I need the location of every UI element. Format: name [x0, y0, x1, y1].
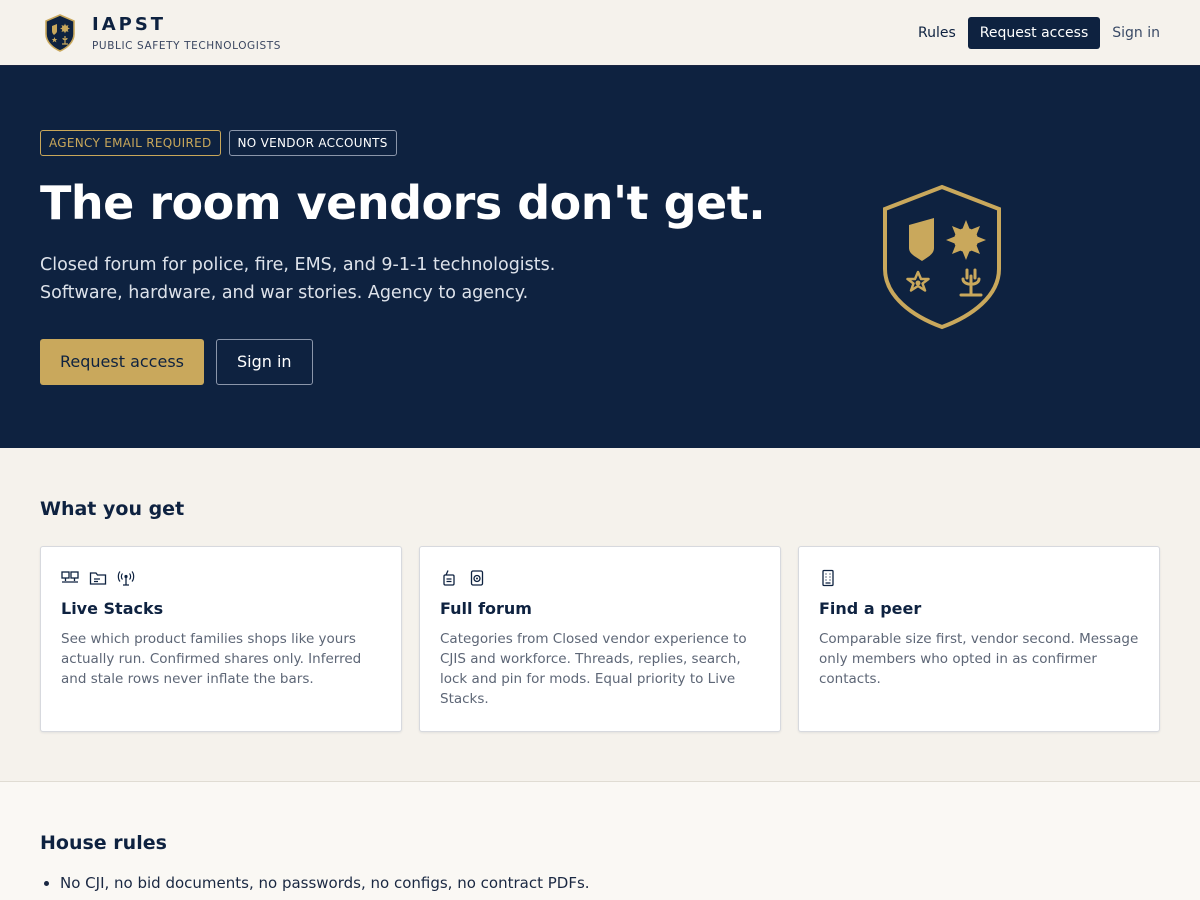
hero-sign-in-button[interactable]: Sign in: [216, 338, 313, 385]
header-request-access-button[interactable]: Request access: [967, 16, 1101, 49]
card-body: Categories from Closed vendor experience…: [440, 631, 747, 707]
hero-badges: AGENCY EMAIL REQUIRED NO VENDOR ACCOUNTS: [40, 130, 1160, 156]
card-title: Live Stacks: [61, 599, 164, 618]
house-rules-title: House rules: [40, 832, 167, 854]
no-vendor-badge: NO VENDOR ACCOUNTS: [228, 130, 397, 156]
hero-actions: Request access Sign in: [40, 338, 1160, 385]
list-item: No CJI, no bid documents, no passwords, …: [60, 872, 1160, 894]
house-rules-list: No CJI, no bid documents, no passwords, …: [40, 872, 1160, 894]
brand[interactable]: IAPST PUBLIC SAFETY TECHNOLOGISTS: [44, 14, 281, 52]
folder-icon: [89, 572, 107, 585]
hero-section: AGENCY EMAIL REQUIRED NO VENDOR ACCOUNTS…: [0, 66, 1200, 448]
top-navigation: IAPST PUBLIC SAFETY TECHNOLOGISTS Rules …: [0, 0, 1200, 66]
brand-subtitle: PUBLIC SAFETY TECHNOLOGISTS: [92, 39, 282, 52]
feature-card-live-stacks: Live Stacks See which product families s…: [40, 546, 402, 732]
rules-link[interactable]: Rules: [918, 19, 956, 47]
card-title: Find a peer: [819, 599, 922, 618]
radio-handset-icon: [443, 570, 455, 586]
card-title: Full forum: [440, 599, 532, 618]
house-rules-section: House rules No CJI, no bid documents, no…: [0, 782, 1200, 900]
card-icons: [440, 567, 760, 589]
features-section: What you get Live Stacks See which produ…: [0, 448, 1200, 782]
card-icons: [61, 567, 381, 589]
header-sign-in-link[interactable]: Sign in: [1112, 19, 1160, 47]
feature-card-find-a-peer: Find a peer Comparable size first, vendo…: [798, 546, 1160, 732]
hero-description: Closed forum for police, fire, EMS, and …: [40, 254, 556, 303]
card-icons: [819, 567, 1139, 589]
speaker-icon: [470, 570, 484, 586]
card-body: See which product families shops like yo…: [61, 631, 362, 687]
monitors-icon: [61, 571, 79, 583]
hero-request-access-button[interactable]: Request access: [40, 338, 204, 385]
card-body: Comparable size first, vendor second. Me…: [819, 631, 1139, 687]
agency-email-badge: AGENCY EMAIL REQUIRED: [40, 130, 221, 156]
shield-crest-icon: [883, 184, 1001, 330]
feature-card-full-forum: Full forum Categories from Closed vendor…: [419, 546, 781, 732]
brand-name: IAPST: [92, 13, 167, 35]
feature-cards: Live Stacks See which product families s…: [40, 546, 1160, 732]
shield-logo-icon: [45, 13, 75, 52]
header-nav: Rules Request access Sign in: [918, 16, 1160, 49]
features-title: What you get: [40, 498, 185, 520]
building-icon: [822, 569, 834, 587]
radio-tower-icon: [117, 571, 135, 586]
